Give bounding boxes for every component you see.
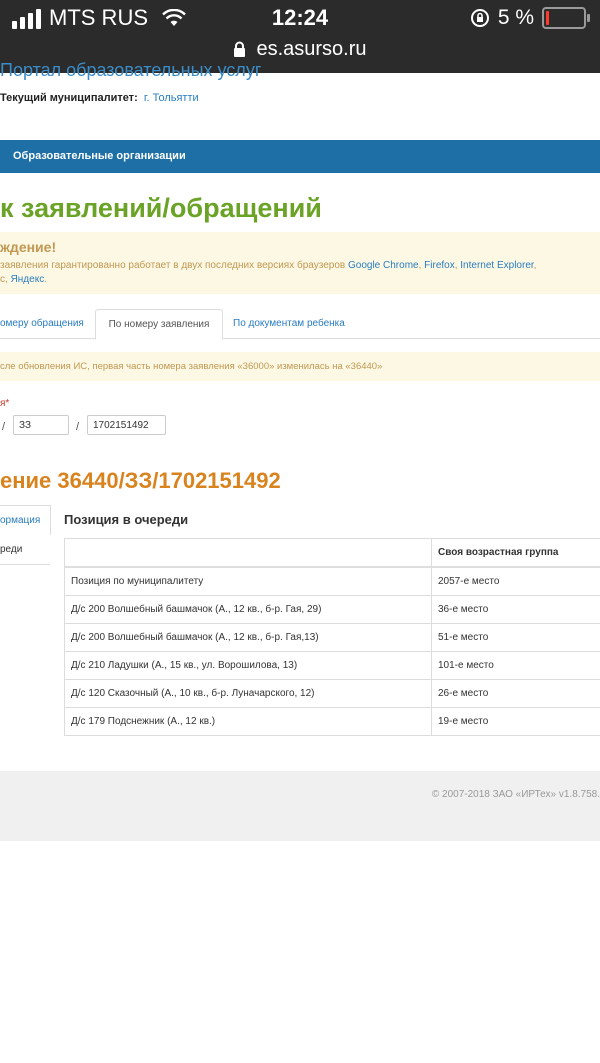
table-row: Позиция по муниципалитету 2057-е место (64, 566, 600, 596)
main-navbar: Образовательные организации (0, 140, 600, 173)
copyright-text: © 2007-2018 ЗАО «ИРТех» v1.8.758. (431, 789, 600, 800)
row-name: Д/с 200 Волшебный башмачок (А., 12 кв., … (64, 623, 432, 652)
side-tab-queue[interactable]: реди (0, 535, 50, 565)
lock-icon (234, 41, 246, 57)
alert-title: ждение! (0, 239, 57, 255)
info-text: сле обновления ИС, первая часть номера з… (0, 361, 383, 372)
search-tabs: омеру обращения По номеру заявления По д… (0, 309, 600, 340)
number-separator: / (76, 421, 80, 433)
row-value: 2057-е место (431, 566, 600, 596)
status-right: 5 % (470, 6, 590, 30)
queue-table: Своя возрастная группа Позиция по муници… (64, 538, 600, 736)
municipality-link[interactable]: г. Тольятти (144, 92, 199, 104)
application-title: ение 36440/ЗЗ/1702151492 (0, 468, 281, 493)
application-number-label: я* (0, 398, 9, 409)
table-row: Д/с 179 Подснежник (А., 12 кв.) 19-е мес… (64, 707, 600, 736)
separator: . (44, 274, 47, 285)
alert-text: заявления гарантированно работает в двух… (0, 259, 596, 287)
battery-percent: 5 % (497, 6, 534, 29)
row-value: 26-е место (431, 679, 600, 708)
municipality: Текущий муниципалитет: г. Тольятти (0, 92, 199, 104)
number-part2-input[interactable]: ЗЗ (13, 415, 69, 435)
battery-icon (542, 7, 590, 29)
tab-by-request-number[interactable]: омеру обращения (0, 309, 84, 338)
table-header-cell (64, 538, 432, 568)
info-alert: сле обновления ИС, первая часть номера з… (0, 352, 600, 381)
alert-body: заявления гарантированно работает в двух… (0, 260, 346, 271)
url-bar[interactable]: es.asurso.ru (0, 38, 600, 61)
queue-section-title: Позиция в очереди (64, 512, 189, 527)
row-value: 36-е место (431, 595, 600, 624)
table-row: Д/с 200 Волшебный башмачок (А., 12 кв., … (64, 595, 600, 624)
orientation-lock-icon (470, 9, 489, 27)
separator: , (533, 260, 537, 271)
portal-title[interactable]: Портал образовательных услуг (0, 60, 261, 81)
municipality-label: Текущий муниципалитет: (0, 92, 138, 104)
tab-by-child-documents[interactable]: По документам ребенка (233, 309, 345, 338)
row-name: Д/с 179 Подснежник (А., 12 кв.) (64, 707, 432, 736)
row-value: 19-е место (431, 707, 600, 736)
required-mark: * (5, 398, 10, 409)
link-yandex[interactable]: Яндекс (11, 274, 45, 285)
tab-by-application-number[interactable]: По номеру заявления (95, 309, 223, 340)
table-header-cell: Своя возрастная группа (431, 538, 600, 568)
number-separator: / (2, 421, 6, 433)
row-name: Д/с 210 Ладушки (А., 15 кв., ул. Ворошил… (64, 651, 432, 680)
row-name: Позиция по муниципалитету (64, 566, 432, 596)
nav-item-organizations[interactable]: Образовательные организации (13, 150, 186, 162)
browser-warning-alert: ждение! заявления гарантированно работае… (0, 232, 600, 294)
row-value: 101-е место (431, 651, 600, 680)
row-name: Д/с 120 Сказочный (А., 10 кв., б-р. Луна… (64, 679, 432, 708)
table-row: Д/с 210 Ладушки (А., 15 кв., ул. Ворошил… (64, 651, 600, 680)
table-header-row: Своя возрастная группа (64, 538, 600, 568)
separator: c, (0, 274, 11, 285)
row-name: Д/с 200 Волшебный башмачок (А., 12 кв., … (64, 595, 432, 624)
number-part3-input[interactable]: 1702151492 (87, 415, 166, 435)
page-footer: © 2007-2018 ЗАО «ИРТех» v1.8.758. (0, 771, 600, 841)
link-firefox[interactable]: Firefox (424, 260, 455, 271)
link-internet-explorer[interactable]: Internet Explorer (460, 260, 533, 271)
side-tab-information[interactable]: ормация (0, 505, 51, 535)
row-value: 51-е место (431, 623, 600, 652)
table-row: Д/с 200 Волшебный башмачок (А., 12 кв., … (64, 623, 600, 652)
table-row: Д/с 120 Сказочный (А., 10 кв., б-р. Луна… (64, 679, 600, 708)
url-text: es.asurso.ru (256, 38, 367, 60)
link-google-chrome[interactable]: Google Chrome (348, 260, 419, 271)
page-title: к заявлений/обращений (0, 193, 322, 223)
